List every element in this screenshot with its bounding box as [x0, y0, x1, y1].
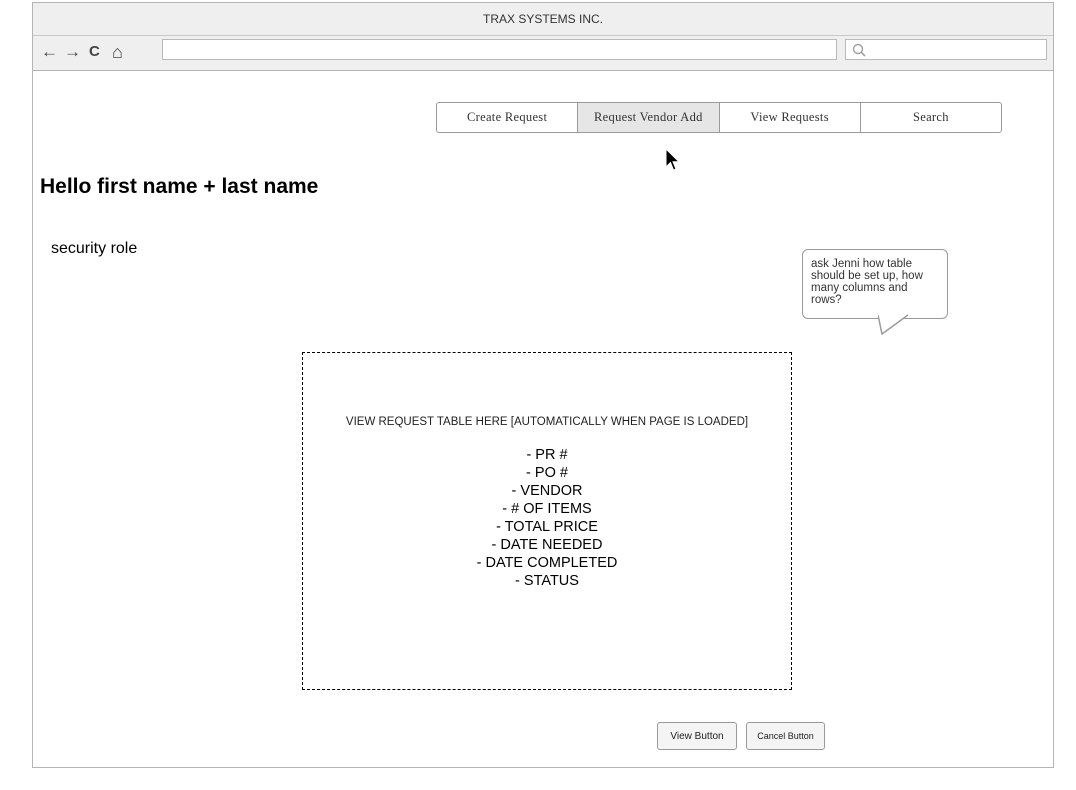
forward-icon[interactable]: →: [64, 41, 81, 63]
field-item: - DATE COMPLETED: [476, 555, 618, 571]
annotation-note: ask Jenni how table should be set up, ho…: [802, 249, 948, 319]
field-item: - PO #: [526, 465, 568, 481]
page-title: Hello first name + last name: [40, 175, 319, 198]
security-role-label: security role: [51, 240, 138, 257]
field-item: - VENDOR: [511, 483, 583, 499]
back-icon[interactable]: ←: [41, 41, 58, 63]
browser-search-input[interactable]: [845, 39, 1047, 60]
field-list: - PR # - PO # - VENDOR - # OF ITEMS - TO…: [303, 446, 791, 590]
field-item: - PR #: [526, 447, 568, 463]
home-icon[interactable]: ⌂: [112, 41, 123, 63]
callout-tail-icon: [878, 314, 909, 336]
field-item: - STATUS: [515, 573, 579, 589]
field-item: - # OF ITEMS: [502, 501, 592, 517]
cancel-button[interactable]: Cancel Button: [746, 722, 825, 750]
tab-request-vendor-add[interactable]: Request Vendor Add: [578, 103, 720, 132]
tab-create-request[interactable]: Create Request: [437, 103, 579, 132]
window-title: TRAX SYSTEMS INC.: [33, 3, 1053, 36]
view-button[interactable]: View Button: [657, 722, 737, 750]
mouse-cursor-icon: [665, 148, 680, 171]
url-input[interactable]: [162, 39, 837, 60]
tab-view-requests[interactable]: View Requests: [720, 103, 861, 132]
tab-search[interactable]: Search: [861, 103, 1001, 132]
browser-toolbar: ← → C ⌂: [33, 36, 1053, 71]
nav-tabs: Create Request Request Vendor Add View R…: [436, 102, 1002, 133]
search-icon: [852, 43, 866, 57]
reload-icon[interactable]: C: [89, 41, 100, 63]
request-table-placeholder: VIEW REQUEST TABLE HERE [AUTOMATICALLY W…: [302, 352, 792, 690]
placeholder-title: VIEW REQUEST TABLE HERE [AUTOMATICALLY W…: [345, 416, 749, 428]
field-item: - TOTAL PRICE: [496, 519, 598, 535]
field-item: - DATE NEEDED: [491, 537, 603, 553]
